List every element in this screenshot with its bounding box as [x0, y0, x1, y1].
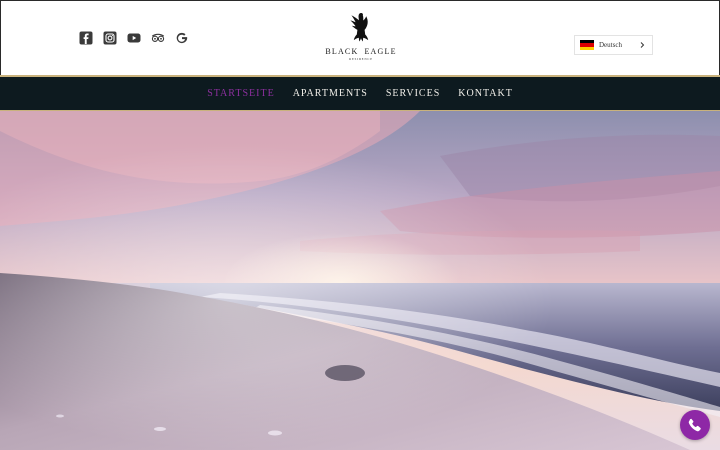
brand-name-right: EAGLE [364, 47, 397, 56]
language-selector[interactable]: Deutsch [574, 35, 653, 55]
germany-flag-icon [580, 40, 594, 50]
hero-beach-sunset-image [0, 111, 720, 450]
main-navigation: STARTSEITE APARTMENTS SERVICES KONTAKT [0, 75, 720, 111]
eagle-logo-icon [350, 13, 369, 42]
brand-subtitle: RESIDENCE [349, 57, 373, 61]
call-button[interactable] [680, 410, 710, 440]
nav-item-apartments[interactable]: APARTMENTS [293, 88, 368, 99]
brand-name: BLACK EAGLE [323, 47, 399, 56]
instagram-icon[interactable] [103, 31, 117, 45]
nav-item-startseite[interactable]: STARTSEITE [207, 88, 275, 99]
language-label: Deutsch [599, 41, 622, 49]
phone-icon [688, 418, 701, 432]
nav-item-kontakt[interactable]: KONTAKT [458, 88, 513, 99]
nav-item-services[interactable]: SERVICES [386, 88, 440, 99]
tripadvisor-icon[interactable] [151, 31, 165, 45]
chevron-right-icon [640, 42, 645, 48]
site-header: BLACK EAGLE RESIDENCE Deutsch [0, 0, 720, 75]
youtube-icon[interactable] [127, 31, 141, 45]
brand-name-left: BLACK [325, 47, 359, 56]
google-icon[interactable] [175, 31, 189, 45]
social-links [79, 31, 189, 45]
brand-logo[interactable]: BLACK EAGLE RESIDENCE [323, 11, 399, 65]
facebook-icon[interactable] [79, 31, 93, 45]
